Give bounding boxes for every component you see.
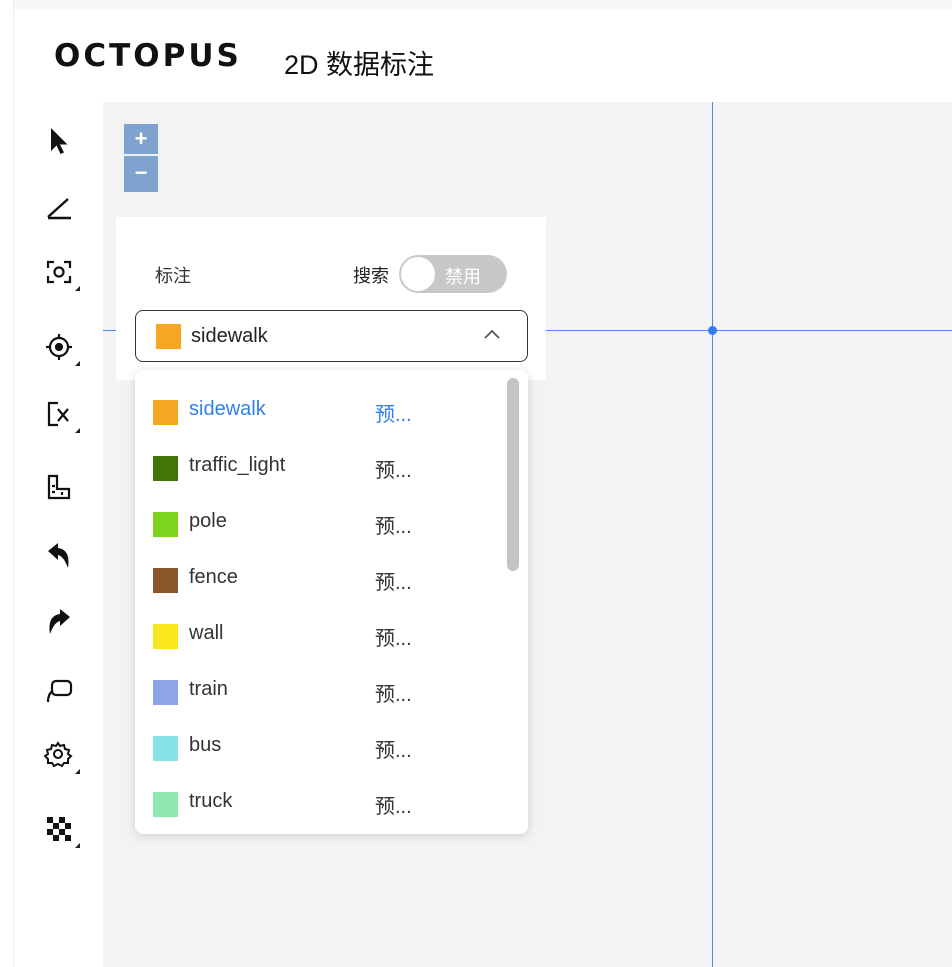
option-color-swatch (153, 568, 178, 593)
undo-icon[interactable] (42, 539, 76, 573)
top-strip (0, 0, 952, 10)
option-preset-text: 预... (375, 572, 412, 594)
dropdown-option[interactable]: bus 预... (135, 714, 505, 770)
left-edge (0, 0, 14, 967)
tool-sidebar (14, 102, 103, 967)
ruler-shape-icon[interactable] (42, 470, 76, 504)
dropdown-option[interactable]: fence 预... (135, 546, 505, 602)
app-header: OCTOPUS 2D 数据标注 (14, 10, 952, 102)
dropdown-scrollbar[interactable] (507, 378, 519, 571)
option-preset-text: 预... (375, 740, 412, 762)
option-color-swatch (153, 400, 178, 425)
search-toggle[interactable]: 禁用 (399, 255, 507, 293)
option-preset-text: 预... (375, 684, 412, 706)
search-label: 搜索 (353, 266, 389, 286)
crosshair-point (708, 326, 717, 335)
dropdown-option[interactable]: traffic_light 预... (135, 434, 505, 490)
option-label: fence (189, 566, 238, 588)
option-color-swatch (153, 456, 178, 481)
option-label: train (189, 678, 228, 700)
option-label: sidewalk (189, 398, 266, 420)
option-preset-text: 预... (375, 796, 412, 818)
dropdown-option[interactable]: truck 预... (135, 770, 505, 826)
dropdown-option[interactable]: wall 预... (135, 602, 505, 658)
label-panel: 标注 搜索 禁用 sidewalk (116, 217, 546, 380)
option-color-swatch (153, 624, 178, 649)
option-label: wall (189, 622, 224, 644)
option-preset-text: 预... (375, 628, 412, 650)
label-select[interactable]: sidewalk (135, 310, 528, 362)
line-icon[interactable] (42, 190, 76, 224)
zoom-in-button[interactable]: + (124, 124, 158, 155)
dropdown-option[interactable]: train 预... (135, 658, 505, 714)
brand-logo: OCTOPUS (54, 38, 242, 74)
option-label: truck (189, 790, 233, 812)
chevron-up-icon (484, 329, 500, 339)
option-label: traffic_light (189, 454, 286, 476)
select-arrow-icon[interactable] (42, 124, 76, 158)
dropdown-option[interactable]: pole 预... (135, 490, 505, 546)
option-color-swatch (153, 736, 178, 761)
toggle-text: 禁用 (445, 267, 481, 287)
checkerboard-icon[interactable] (42, 812, 80, 848)
label-heading: 标注 (155, 266, 191, 286)
redo-icon[interactable] (42, 605, 76, 639)
box-x-icon[interactable] (42, 397, 80, 433)
selected-label: sidewalk (191, 325, 268, 347)
option-label: bus (189, 734, 222, 756)
focus-target-icon[interactable] (42, 255, 80, 291)
option-preset-text: 预... (375, 516, 412, 538)
point-target-icon[interactable] (42, 330, 80, 366)
label-dropdown-list: sidewalk 预... traffic_light 预... pole 预... fen… (135, 370, 528, 834)
selected-color-swatch (156, 324, 181, 349)
app-window: OCTOPUS 2D 数据标注 + − 标注 搜索 禁用 sidewalk si… (0, 0, 952, 967)
option-color-swatch (153, 680, 178, 705)
lasso-icon[interactable] (42, 672, 76, 706)
option-label: pole (189, 510, 227, 532)
settings-icon[interactable] (42, 738, 80, 774)
option-color-swatch (153, 512, 178, 537)
option-preset-text: 预... (375, 460, 412, 482)
option-color-swatch (153, 792, 178, 817)
app-subtitle: 2D 数据标注 (284, 50, 435, 80)
zoom-out-button[interactable]: − (124, 156, 158, 192)
crosshair-vertical (712, 102, 713, 967)
dropdown-option[interactable]: sidewalk 预... (135, 378, 505, 434)
option-preset-text: 预... (375, 404, 412, 426)
toggle-knob (401, 257, 435, 291)
